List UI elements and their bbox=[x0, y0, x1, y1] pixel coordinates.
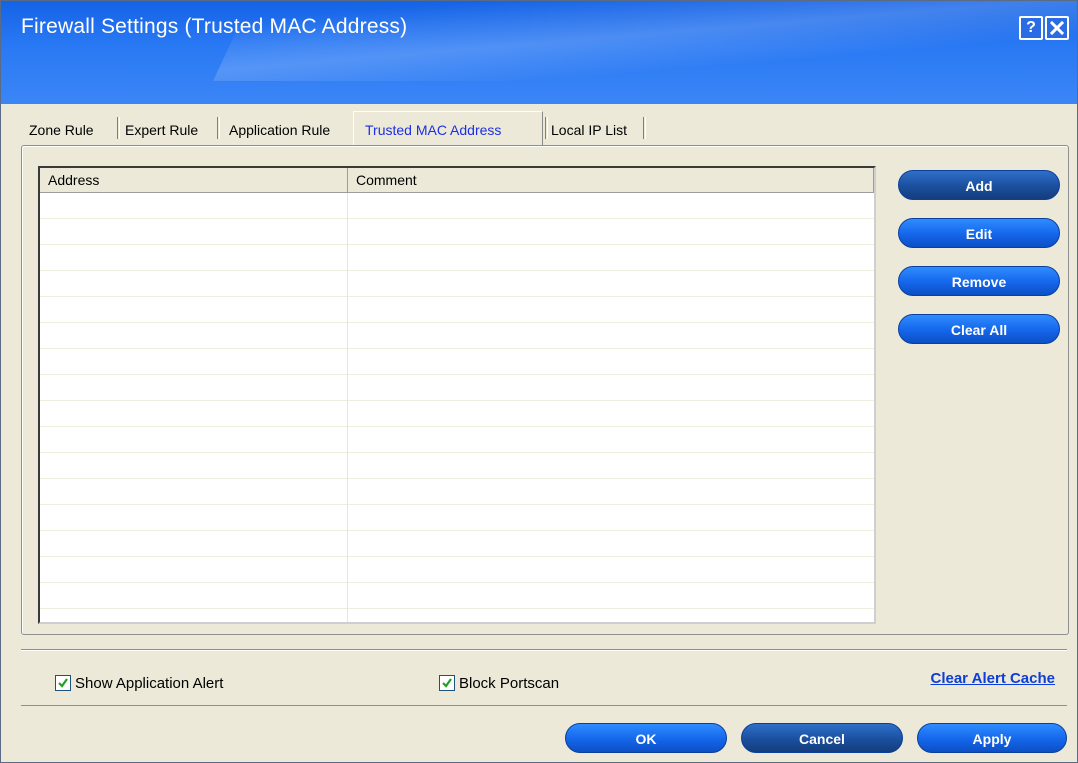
window-title: Firewall Settings (Trusted MAC Address) bbox=[21, 15, 408, 38]
empty-list-row bbox=[40, 583, 874, 609]
close-icon bbox=[1050, 21, 1064, 35]
empty-list-row bbox=[40, 427, 874, 453]
block-portscan-label: Block Portscan bbox=[459, 675, 560, 692]
tab-separator bbox=[545, 117, 548, 139]
ok-button[interactable]: OK bbox=[565, 723, 727, 753]
tab-zone-rule[interactable]: Zone Rule bbox=[29, 115, 94, 145]
empty-list-row bbox=[40, 219, 874, 245]
edit-button[interactable]: Edit bbox=[898, 218, 1060, 248]
empty-list-row bbox=[40, 453, 874, 479]
help-button[interactable]: ? bbox=[1019, 16, 1043, 40]
list-rows bbox=[40, 193, 874, 622]
firewall-settings-window: Firewall Settings (Trusted MAC Address) … bbox=[0, 0, 1078, 763]
trusted-mac-panel: Address Comment Add Edit Remove Clear Al… bbox=[21, 145, 1069, 635]
tab-separator bbox=[217, 117, 220, 139]
column-header-comment[interactable]: Comment bbox=[348, 168, 874, 192]
column-divider bbox=[347, 193, 348, 622]
empty-list-row bbox=[40, 349, 874, 375]
checkmark-icon bbox=[442, 678, 452, 688]
clear-all-button[interactable]: Clear All bbox=[898, 314, 1060, 344]
clear-alert-cache-link[interactable]: Clear Alert Cache bbox=[931, 670, 1056, 687]
title-bar: Firewall Settings (Trusted MAC Address) … bbox=[1, 1, 1077, 104]
empty-list-row bbox=[40, 375, 874, 401]
tab-separator bbox=[117, 117, 120, 139]
checkbox-box[interactable] bbox=[55, 675, 71, 691]
tab-local-ip-list[interactable]: Local IP List bbox=[551, 115, 627, 145]
show-application-alert-label: Show Application Alert bbox=[75, 675, 224, 692]
empty-list-row bbox=[40, 401, 874, 427]
tab-expert-rule[interactable]: Expert Rule bbox=[125, 115, 198, 145]
close-button[interactable] bbox=[1045, 16, 1069, 40]
empty-list-row bbox=[40, 245, 874, 271]
empty-list-row bbox=[40, 193, 874, 219]
column-header-address[interactable]: Address bbox=[40, 168, 348, 192]
list-header: Address Comment bbox=[40, 168, 874, 193]
empty-list-row bbox=[40, 323, 874, 349]
help-icon: ? bbox=[1026, 19, 1036, 36]
empty-list-row bbox=[40, 297, 874, 323]
empty-list-row bbox=[40, 557, 874, 583]
tab-application-rule[interactable]: Application Rule bbox=[229, 115, 330, 145]
add-button[interactable]: Add bbox=[898, 170, 1060, 200]
empty-list-row bbox=[40, 609, 874, 622]
options-bar: Show Application Alert Block Portscan Cl… bbox=[21, 649, 1067, 706]
checkmark-icon bbox=[58, 678, 68, 688]
cancel-button[interactable]: Cancel bbox=[741, 723, 903, 753]
remove-button[interactable]: Remove bbox=[898, 266, 1060, 296]
empty-list-row bbox=[40, 271, 874, 297]
empty-list-row bbox=[40, 531, 874, 557]
title-bar-sheen bbox=[213, 1, 1077, 81]
empty-list-row bbox=[40, 505, 874, 531]
apply-button[interactable]: Apply bbox=[917, 723, 1067, 753]
empty-list-row bbox=[40, 479, 874, 505]
mac-address-list[interactable]: Address Comment bbox=[38, 166, 876, 624]
checkbox-box[interactable] bbox=[439, 675, 455, 691]
tab-separator bbox=[643, 117, 646, 139]
tab-strip: Zone Rule Expert Rule Application Rule T… bbox=[19, 115, 679, 145]
tab-trusted-mac-address[interactable]: Trusted MAC Address bbox=[365, 115, 501, 145]
